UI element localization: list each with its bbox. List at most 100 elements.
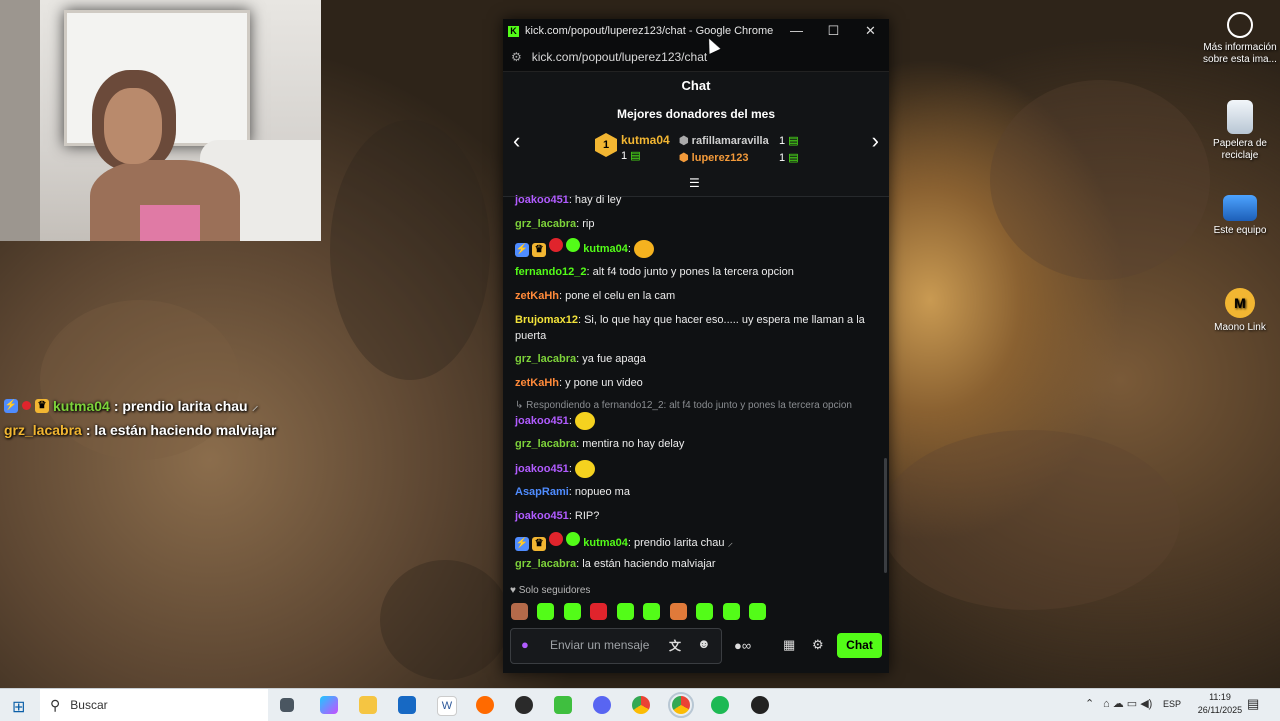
donor-third[interactable]: ⬢ luperez123 <box>679 151 749 164</box>
chat-message: zetKaHh: y pone un video <box>515 377 643 389</box>
site-info-icon[interactable]: ⚙ <box>511 50 522 64</box>
chat-scrollbar[interactable] <box>884 458 887 573</box>
chat-message: grz_lacabra: mentira no hay delay <box>515 438 685 450</box>
silver-badge-icon: ⬢ <box>679 135 689 147</box>
store-icon[interactable] <box>398 696 416 714</box>
desktop-icon-info[interactable]: Más información sobre esta ima... <box>1200 12 1280 66</box>
donors-title: Mejores donadores del mes <box>616 107 776 121</box>
maximize-button[interactable]: ☐ <box>815 19 852 43</box>
reply-icon: ↳ <box>515 400 527 411</box>
clock-time: 11:19 <box>1209 692 1231 702</box>
emote-icon[interactable] <box>616 603 634 620</box>
message-input[interactable]: ● Enviar un mensaje 文 ☻ <box>510 628 722 664</box>
emote-icon[interactable] <box>563 603 581 620</box>
chevron-left-icon[interactable]: ‹ <box>513 128 520 154</box>
badge-icon: ⚡ <box>515 537 529 551</box>
desktop-icon-label: Más información sobre esta ima... <box>1203 42 1277 65</box>
donor-second-count: 1 ▤ <box>779 135 799 147</box>
desktop-icon-label: Este equipo <box>1213 225 1267 236</box>
emote-icon[interactable] <box>590 603 608 620</box>
emoji-icon[interactable]: ☻ <box>697 636 711 651</box>
chrome-icon[interactable] <box>632 696 650 714</box>
desktop-icon-this-pc[interactable]: Este equipo <box>1200 195 1280 237</box>
chat-message: grz_lacabra: rip <box>515 218 595 230</box>
taskbar-search[interactable]: ⚲ Buscar <box>40 689 268 721</box>
store-icon[interactable]: ▦ <box>783 637 795 653</box>
clock-date: 26/11/2025 <box>1197 705 1243 715</box>
chat-message: zetKaHh: pone el celu en la cam <box>515 290 676 302</box>
address-bar[interactable]: ⚙ kick.com/popout/luperez123/chat <box>503 43 889 72</box>
laughing-emote-icon <box>574 460 595 478</box>
wallpaper-rock <box>380 560 510 680</box>
chrome-active-icon[interactable] <box>668 692 694 718</box>
copilot-icon[interactable] <box>320 696 338 714</box>
emote-icon[interactable] <box>669 603 687 620</box>
task-view-icon[interactable] <box>280 698 294 712</box>
wallpaper-rock <box>880 430 1180 610</box>
discord-icon[interactable] <box>593 696 611 714</box>
translate-icon[interactable]: 文 <box>669 637 681 654</box>
emote-icon[interactable] <box>643 603 661 620</box>
chat-input-area: ♥ Solo seguidores ● Enviar un mensaje 文 … <box>503 582 889 673</box>
chat-message: AsapRami: nopueo ma <box>515 486 630 498</box>
minecraft-icon[interactable] <box>554 696 572 714</box>
chevron-right-icon[interactable]: › <box>872 128 879 154</box>
donor-first-name[interactable]: kutma04 <box>621 133 670 147</box>
kicks-icon[interactable]: ●∞ <box>734 638 751 653</box>
chrome-window: K kick.com/popout/luperez123/chat - Goog… <box>503 19 889 673</box>
desktop-icon-recycle-bin[interactable]: Papelera de reciclaje <box>1200 100 1280 162</box>
computer-icon <box>1223 195 1257 221</box>
notification-icon[interactable]: ▤ <box>1247 696 1259 712</box>
clock[interactable]: 11:19 26/11/2025 <box>1190 691 1250 717</box>
send-chat-button[interactable]: Chat <box>837 633 882 658</box>
emote-icon[interactable] <box>722 603 740 620</box>
overlay-username: grz_lacabra <box>4 422 82 438</box>
emote-icon[interactable] <box>537 603 555 620</box>
badge-icon <box>566 238 581 252</box>
window-title: kick.com/popout/luperez123/chat - Google… <box>525 25 774 37</box>
chat-header: Chat <box>503 72 889 100</box>
file-explorer-icon[interactable] <box>359 696 377 714</box>
kicks-icon: ▤ <box>788 152 799 164</box>
chevron-up-icon[interactable]: ⌃ <box>1085 697 1094 710</box>
emote-icon[interactable] <box>511 603 528 620</box>
emote-icon[interactable] <box>696 603 714 620</box>
laughing-emote-icon <box>574 412 595 430</box>
overlay-message: : prendio larita chau <box>113 397 248 414</box>
emote-bar <box>511 603 771 625</box>
badge-icon <box>566 532 581 546</box>
donor-second[interactable]: ⬢ rafillamaravilla <box>679 134 769 147</box>
app-icon[interactable] <box>476 696 494 714</box>
chat-message: Brujomax12: Si, lo que hay que hacer eso… <box>515 314 865 342</box>
kicks-icon: ▤ <box>788 135 799 147</box>
badge-icon <box>549 532 564 546</box>
obs-icon[interactable] <box>515 696 533 714</box>
desktop-icon-maono[interactable]: M Maono Link <box>1200 288 1280 334</box>
windows-start-icon[interactable]: ⊞ <box>12 697 25 717</box>
minimize-button[interactable]: — <box>778 19 815 43</box>
collapse-icon[interactable]: ☰ <box>689 176 700 190</box>
badge-icon: ⚡ <box>4 398 18 413</box>
message-placeholder: Enviar un mensaje <box>550 638 650 652</box>
close-button[interactable]: ✕ <box>852 19 889 43</box>
gear-icon[interactable]: ⚙ <box>812 637 824 653</box>
emote-icon: ⸝ <box>727 537 734 549</box>
app-icon[interactable] <box>751 696 769 714</box>
search-icon: ⚲ <box>50 696 61 713</box>
emote-icon[interactable] <box>749 603 767 620</box>
spotify-icon[interactable] <box>711 696 729 714</box>
microphone-icon[interactable]: ● <box>521 637 529 652</box>
donor-third-count: 1 ▤ <box>779 152 799 164</box>
overlay-message: : la están haciendo malviajar <box>85 422 277 438</box>
chat-message: ⚡ ♛ kutma04: prendio larita chau ⸝ <box>515 532 875 551</box>
chat-message: ⚡ ♛ kutma04: <box>515 238 875 259</box>
chat-message: joakoo451: hay di ley <box>515 194 622 206</box>
chat-message: joakoo451: <box>515 412 875 430</box>
overlay-chat-line: ⚡ ♛ kutma04 : prendio larita chau ⸝ <box>4 396 259 415</box>
language-indicator[interactable]: ESP <box>1163 699 1181 709</box>
chat-message: grz_lacabra: la están haciendo malviajar <box>515 558 716 570</box>
heart-icon: ♥ <box>510 585 516 596</box>
word-icon[interactable]: W <box>437 696 457 716</box>
tray-icons[interactable]: ⌂ ☁ ▭ ◀) <box>1103 697 1152 710</box>
followers-only-label: ♥ Solo seguidores <box>510 585 591 596</box>
